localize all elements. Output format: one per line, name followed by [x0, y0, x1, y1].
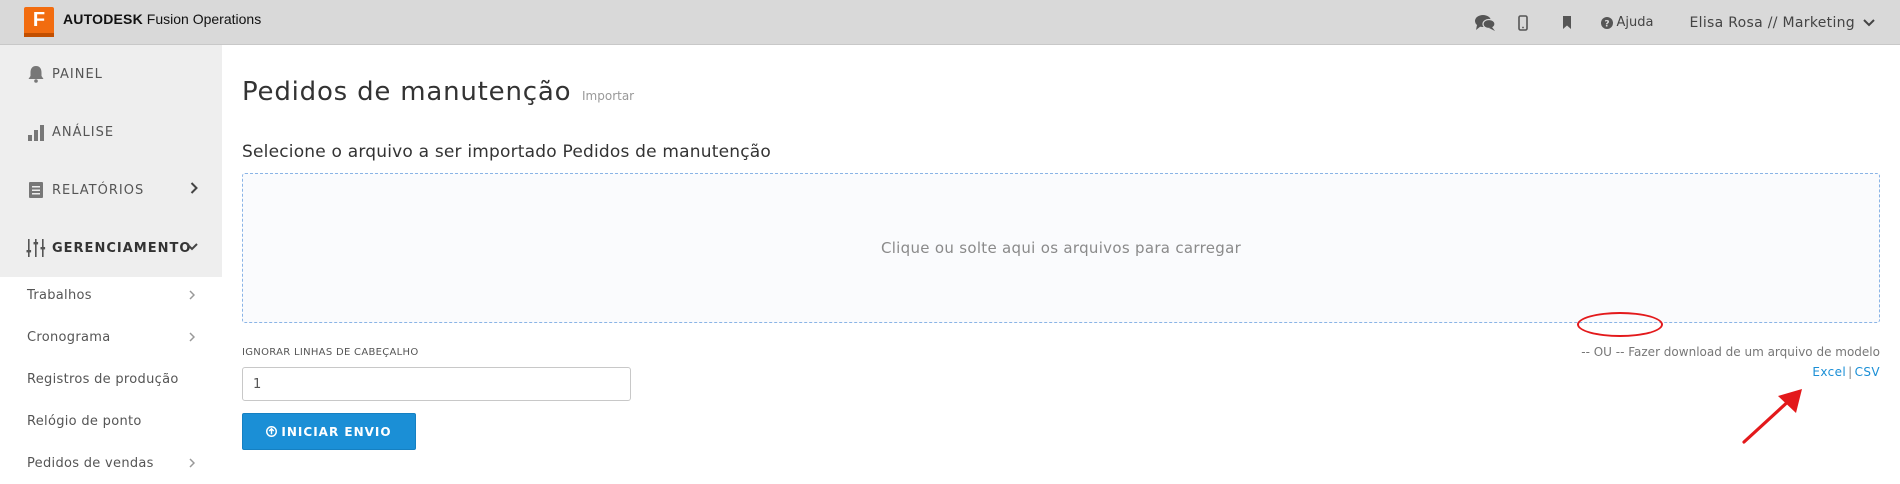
- user-label: Elisa Rosa // Marketing: [1689, 14, 1855, 31]
- help-link[interactable]: ? Ajuda: [1600, 15, 1654, 30]
- chevron-right-icon: [190, 182, 198, 194]
- sidebar-sub-item-cronograma[interactable]: Cronograma: [0, 316, 222, 358]
- template-links: Excel | CSV: [1812, 365, 1880, 379]
- sidebar-sub-item-pedidos-vendas[interactable]: Pedidos de vendas: [0, 442, 222, 484]
- help-label: Ajuda: [1616, 15, 1654, 30]
- sidebar-sub-label: Relógio de ponto: [27, 413, 142, 429]
- start-upload-button[interactable]: INICIAR ENVIO: [242, 413, 416, 450]
- chevron-right-icon: [189, 332, 195, 342]
- bar-chart-icon: [26, 122, 46, 142]
- logo-letter: F: [32, 9, 46, 31]
- brand-product: Fusion Operations: [142, 11, 262, 27]
- upload-circle-icon: [266, 426, 278, 437]
- page-title: Pedidos de manutenção: [242, 77, 572, 107]
- dropzone-text: Clique ou solte aqui os arquivos para ca…: [880, 239, 1242, 257]
- main-content: Pedidos de manutenção Importar Selecione…: [222, 45, 1900, 481]
- sidebar: PAINEL ANÁLISE RELATÓRIOS GERENCIAMENTO …: [0, 45, 222, 481]
- sidebar-item-relatorios[interactable]: RELATÓRIOS: [0, 161, 222, 219]
- sidebar-item-label: ANÁLISE: [52, 124, 115, 140]
- user-menu[interactable]: Elisa Rosa // Marketing: [1690, 15, 1876, 31]
- sidebar-item-label: PAINEL: [52, 66, 103, 82]
- header-rows-label: IGNORAR LINHAS DE CABEÇALHO: [242, 347, 419, 358]
- chevron-right-icon: [189, 290, 195, 300]
- sidebar-item-label: RELATÓRIOS: [52, 182, 145, 198]
- start-upload-label: INICIAR ENVIO: [281, 424, 392, 439]
- annotation-arrow-icon: [1520, 334, 1600, 454]
- template-download-note: -- OU -- Fazer download de um arquivo de…: [1581, 345, 1880, 359]
- red-arrow-icon: [1742, 389, 1802, 444]
- app-logo[interactable]: F: [24, 7, 54, 37]
- page-subtitle: Importar: [582, 89, 635, 103]
- document-icon: [26, 180, 46, 200]
- chevron-down-icon: [186, 243, 198, 251]
- sidebar-item-painel[interactable]: PAINEL: [0, 45, 222, 103]
- bookmark-icon[interactable]: [1561, 16, 1573, 29]
- help-icon: ?: [1600, 16, 1613, 29]
- sidebar-sub-label: Registros de produção: [27, 371, 179, 387]
- brand-name: AUTODESK Fusion Operations: [63, 11, 261, 27]
- top-actions: ? Ajuda Elisa Rosa // Marketing: [1473, 0, 1900, 45]
- top-bar: F AUTODESK Fusion Operations ? Ajuda Eli…: [0, 0, 1900, 45]
- csv-template-link[interactable]: CSV: [1855, 365, 1880, 379]
- sidebar-sub-item-trabalhos[interactable]: Trabalhos: [0, 274, 222, 316]
- chat-icon[interactable]: [1473, 14, 1497, 32]
- sidebar-sub-item-relogio[interactable]: Relógio de ponto: [0, 400, 222, 442]
- sidebar-sub-label: Cronograma: [27, 329, 111, 345]
- excel-template-link[interactable]: Excel: [1812, 365, 1846, 379]
- header-rows-input[interactable]: [242, 367, 631, 401]
- chevron-down-icon: [1863, 18, 1875, 26]
- mobile-icon[interactable]: [1517, 14, 1529, 31]
- sidebar-sub-label: Pedidos de vendas: [27, 455, 154, 471]
- sidebar-item-gerenciamento[interactable]: GERENCIAMENTO: [0, 219, 222, 277]
- bell-icon: [26, 64, 46, 84]
- chevron-right-icon: [189, 458, 195, 468]
- link-separator: |: [1848, 365, 1853, 379]
- brand-bold: AUTODESK: [63, 11, 143, 27]
- sidebar-item-label: GERENCIAMENTO: [52, 240, 192, 256]
- sidebar-sub-label: Trabalhos: [27, 287, 92, 303]
- section-title: Selecione o arquivo a ser importado Pedi…: [242, 142, 771, 162]
- file-dropzone[interactable]: Clique ou solte aqui os arquivos para ca…: [242, 173, 1880, 323]
- sidebar-item-analise[interactable]: ANÁLISE: [0, 103, 222, 161]
- svg-text:?: ?: [1604, 19, 1609, 29]
- sidebar-sub-item-registros[interactable]: Registros de produção: [0, 358, 222, 400]
- sliders-icon: [26, 238, 46, 258]
